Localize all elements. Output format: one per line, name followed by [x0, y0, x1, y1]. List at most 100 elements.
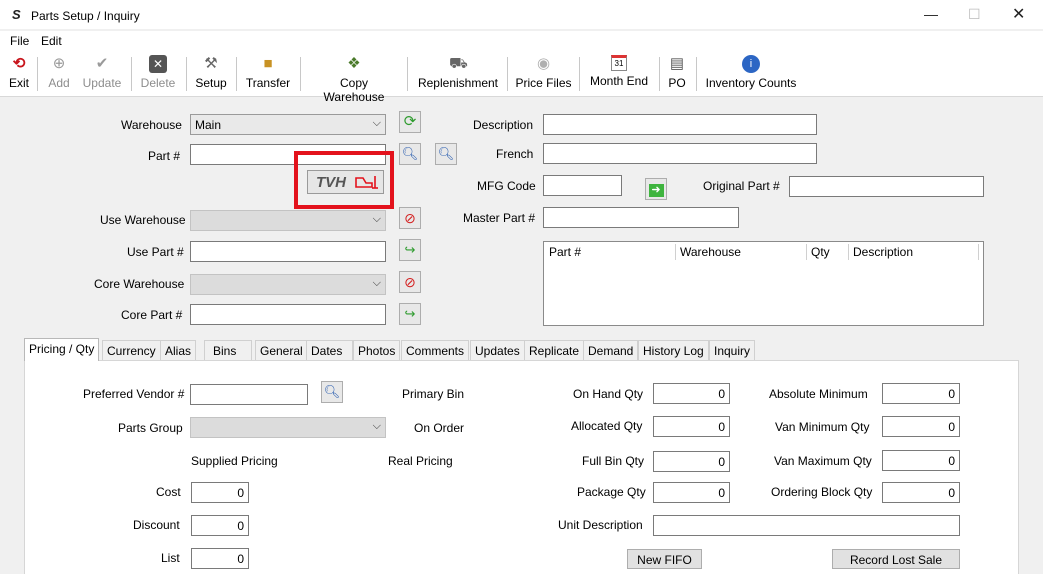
record-lost-sale-button[interactable]: Record Lost Sale [832, 549, 960, 569]
toolbar: ⟲ Exit ⊕ Add ✔ Update ✕ Delete ⚒ Setup ■… [0, 51, 1043, 104]
core-part-input[interactable] [190, 304, 386, 325]
use-part-go-button[interactable]: ↪ [399, 239, 421, 261]
price-files-button[interactable]: ◉ Price Files [515, 55, 572, 90]
grid-header-part[interactable]: Part # [549, 245, 581, 259]
grid-header-description[interactable]: Description [853, 245, 913, 259]
tools-icon: ⚒ [204, 55, 218, 72]
month-end-label: Month End [589, 74, 649, 88]
mfg-code-label: MFG Code [477, 179, 536, 193]
mfg-code-input[interactable] [543, 175, 622, 196]
french-input[interactable] [543, 143, 817, 164]
package-qty-input[interactable]: 0 [653, 482, 730, 503]
update-label: Update [82, 76, 122, 90]
tab-inquiry[interactable]: Inquiry [709, 340, 756, 360]
minimize-icon[interactable]: — [924, 6, 938, 22]
vendor-search-button[interactable]: 🔍︎ [321, 381, 343, 403]
highlight-box [294, 151, 394, 209]
tab-updates[interactable]: Updates [470, 340, 525, 360]
new-fifo-button[interactable]: New FIFO [627, 549, 702, 569]
month-end-button[interactable]: 31 Month End [587, 55, 651, 88]
full-bin-qty-input[interactable]: 0 [653, 451, 730, 472]
replenishment-button[interactable]: ⛟ Replenishment [416, 55, 500, 90]
copy-warehouse-button[interactable]: ❖ Copy Warehouse [308, 55, 400, 104]
list-input[interactable]: 0 [191, 548, 249, 569]
van-minimum-qty-input[interactable]: 0 [882, 416, 960, 437]
po-icon: ▤ [669, 55, 685, 72]
inventory-counts-button[interactable]: i Inventory Counts [704, 55, 798, 90]
clear-core-warehouse-button[interactable]: ⊘ [399, 271, 421, 293]
menu-bar: File Edit [0, 31, 1043, 51]
exit-label: Exit [8, 76, 29, 90]
allocated-qty-input[interactable]: 0 [653, 416, 730, 437]
tab-pricing-qty[interactable]: Pricing / Qty [24, 338, 100, 361]
tab-alias[interactable]: Alias [160, 340, 197, 360]
core-part-label: Core Part # [121, 308, 183, 322]
maximize-icon[interactable]: ☐ [968, 6, 981, 23]
search-icon: 🔍︎ [437, 146, 455, 161]
refresh-button[interactable]: ⟳ [399, 111, 421, 133]
preferred-vendor-input[interactable] [190, 384, 308, 405]
tab-bins[interactable]: Bins [204, 340, 252, 360]
tab-history-log[interactable]: History Log [638, 340, 709, 360]
update-button[interactable]: ✔ Update [80, 55, 124, 90]
unit-description-input[interactable] [653, 515, 960, 536]
parts-group-label: Parts Group [118, 421, 183, 435]
discount-input[interactable]: 0 [191, 515, 249, 536]
use-warehouse-select[interactable]: ⌵ [190, 210, 386, 231]
part-search-button[interactable]: 🔍︎ [399, 143, 421, 165]
ordering-block-qty-input[interactable]: 0 [882, 482, 960, 503]
clear-use-warehouse-button[interactable]: ⊘ [399, 207, 421, 229]
part-label: Part # [148, 149, 181, 163]
grid-header-warehouse[interactable]: Warehouse [680, 245, 741, 259]
van-maximum-qty-input[interactable]: 0 [882, 450, 960, 471]
cost-label: Cost [156, 485, 181, 499]
use-part-input[interactable] [190, 241, 386, 262]
master-part-input[interactable] [543, 207, 739, 228]
core-warehouse-select[interactable]: ⌵ [190, 274, 386, 295]
mfg-go-button[interactable]: ➜ [645, 178, 667, 200]
cost-input[interactable]: 0 [191, 482, 249, 503]
absolute-minimum-input[interactable]: 0 [882, 383, 960, 404]
unit-description-label: Unit Description [558, 518, 643, 532]
toolbar-separator [300, 57, 301, 91]
part-lookup-button[interactable]: 🔍︎ [435, 143, 457, 165]
core-part-go-button[interactable]: ↪ [399, 303, 421, 325]
tab-dates[interactable]: Dates [306, 340, 353, 360]
truck-icon: ⛟ [449, 55, 468, 72]
close-icon[interactable]: ✕ [1012, 4, 1025, 24]
add-button[interactable]: ⊕ Add [44, 55, 74, 90]
tab-currency[interactable]: Currency [102, 340, 161, 360]
grid-header-qty[interactable]: Qty [811, 245, 830, 259]
menu-file[interactable]: File [10, 34, 29, 48]
warehouse-select[interactable]: Main ⌵ [190, 114, 386, 135]
setup-button[interactable]: ⚒ Setup [193, 55, 229, 90]
tab-general[interactable]: General [255, 340, 308, 360]
on-hand-qty-input[interactable]: 0 [653, 383, 730, 404]
search-icon: 🔍︎ [323, 384, 341, 399]
warehouse-label: Warehouse [121, 118, 182, 132]
tab-demand[interactable]: Demand [583, 340, 639, 360]
absolute-minimum-label: Absolute Minimum [769, 387, 868, 401]
toolbar-separator [659, 57, 660, 91]
tab-replicate[interactable]: Replicate [524, 340, 585, 360]
toolbar-separator [507, 57, 508, 91]
transfer-button[interactable]: ■ Transfer [244, 55, 292, 90]
use-part-label: Use Part # [127, 245, 184, 259]
tab-comments[interactable]: Comments [401, 340, 470, 360]
french-label: French [496, 147, 534, 161]
toolbar-separator [696, 57, 697, 91]
delete-button[interactable]: ✕ Delete [139, 55, 177, 90]
related-parts-grid[interactable]: Part # Warehouse Qty Description [543, 241, 984, 326]
menu-edit[interactable]: Edit [41, 34, 62, 48]
replenishment-label: Replenishment [417, 76, 499, 90]
toolbar-separator [37, 57, 38, 91]
original-part-input[interactable] [789, 176, 984, 197]
tab-photos[interactable]: Photos [353, 340, 401, 360]
search-icon: 🔍︎ [401, 146, 419, 161]
real-pricing-label: Real Pricing [388, 454, 453, 468]
exit-button[interactable]: ⟲ Exit [6, 55, 32, 90]
po-button[interactable]: ▤ PO [665, 55, 689, 90]
parts-group-select[interactable]: ⌵ [190, 417, 386, 438]
po-label: PO [668, 76, 686, 90]
description-input[interactable] [543, 114, 817, 135]
